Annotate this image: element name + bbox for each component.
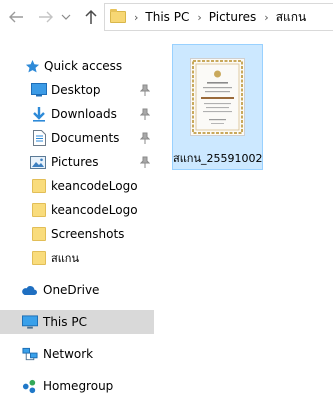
up-button[interactable] (81, 6, 101, 28)
breadcrumb-pictures[interactable]: Pictures (209, 10, 257, 24)
sidebar-item-label: OneDrive (43, 283, 100, 297)
pin-icon (140, 132, 150, 144)
breadcrumb-this-pc[interactable]: This PC (145, 10, 189, 24)
file-item[interactable]: สแกน_25591002 (172, 44, 263, 170)
sidebar-item-label: Network (43, 347, 94, 361)
sidebar-item-label: Desktop (51, 83, 101, 97)
back-arrow-icon (9, 11, 23, 23)
file-name: สแกน_25591002 (173, 152, 263, 165)
sidebar-item-screenshots[interactable]: Screenshots (0, 222, 154, 246)
sidebar-item-label: Downloads (51, 107, 117, 121)
breadcrumb-separator-icon: › (197, 10, 202, 24)
sidebar-item-network[interactable]: Network (0, 342, 154, 366)
documents-icon (31, 130, 47, 146)
sidebar-item-keancodelogo-2[interactable]: keancodeLogo (0, 198, 154, 222)
sidebar-item-label: This PC (43, 315, 87, 329)
image-thumbnail (190, 58, 245, 136)
cloud-icon (21, 282, 37, 298)
sidebar-item-onedrive[interactable]: OneDrive (0, 278, 154, 302)
folder-icon (31, 250, 47, 266)
folder-icon (110, 9, 126, 23)
pictures-icon (30, 154, 46, 170)
pin-icon (140, 84, 150, 96)
pin-icon (140, 108, 150, 120)
recent-locations-button[interactable] (60, 6, 72, 28)
sidebar-item-quick-access[interactable]: Quick access (0, 54, 154, 78)
up-arrow-icon (85, 9, 97, 24)
sidebar-item-scan-folder[interactable]: สแกน (0, 246, 154, 270)
back-button[interactable] (6, 6, 26, 28)
file-view: สแกน_25591002 (160, 36, 333, 407)
folder-icon (31, 202, 47, 218)
sidebar-item-label: keancodeLogo (51, 179, 138, 193)
network-icon (22, 346, 38, 362)
folder-icon (31, 178, 47, 194)
sidebar-item-label: Documents (51, 131, 120, 145)
star-icon (24, 58, 40, 74)
sidebar-item-documents[interactable]: Documents (0, 126, 154, 150)
sidebar-item-label: Homegroup (43, 379, 114, 393)
sidebar-item-label: สแกน (51, 252, 79, 265)
sidebar-item-label: Screenshots (51, 227, 125, 241)
address-toolbar: › This PC › Pictures › สแกน (0, 0, 333, 36)
certificate-thumbnail-icon (192, 60, 243, 134)
sidebar-item-label: Pictures (51, 155, 99, 169)
navigation-pane: Quick access Desktop Downloads Documents… (0, 44, 154, 407)
sidebar-item-this-pc[interactable]: This PC (0, 310, 154, 334)
breadcrumb-separator-icon: › (264, 10, 269, 24)
sidebar-item-homegroup[interactable]: Homegroup (0, 374, 154, 398)
sidebar-item-downloads[interactable]: Downloads (0, 102, 154, 126)
sidebar-item-label: Quick access (44, 59, 123, 73)
forward-arrow-icon (39, 11, 53, 23)
sidebar-item-pictures[interactable]: Pictures (0, 150, 154, 174)
desktop-icon (31, 82, 47, 98)
forward-button[interactable] (36, 6, 56, 28)
breadcrumb-separator-icon: › (134, 10, 139, 24)
sidebar-item-desktop[interactable]: Desktop (0, 78, 154, 102)
download-icon (31, 106, 47, 122)
homegroup-icon (22, 378, 38, 394)
computer-icon (22, 314, 38, 330)
address-box[interactable]: › This PC › Pictures › สแกน (104, 3, 333, 31)
folder-icon (31, 226, 47, 242)
chevron-down-icon (61, 14, 71, 20)
sidebar-item-keancodelogo[interactable]: keancodeLogo (0, 174, 154, 198)
pin-icon (140, 156, 150, 168)
sidebar-item-label: keancodeLogo (51, 203, 138, 217)
breadcrumb-current-folder[interactable]: สแกน (276, 8, 307, 27)
